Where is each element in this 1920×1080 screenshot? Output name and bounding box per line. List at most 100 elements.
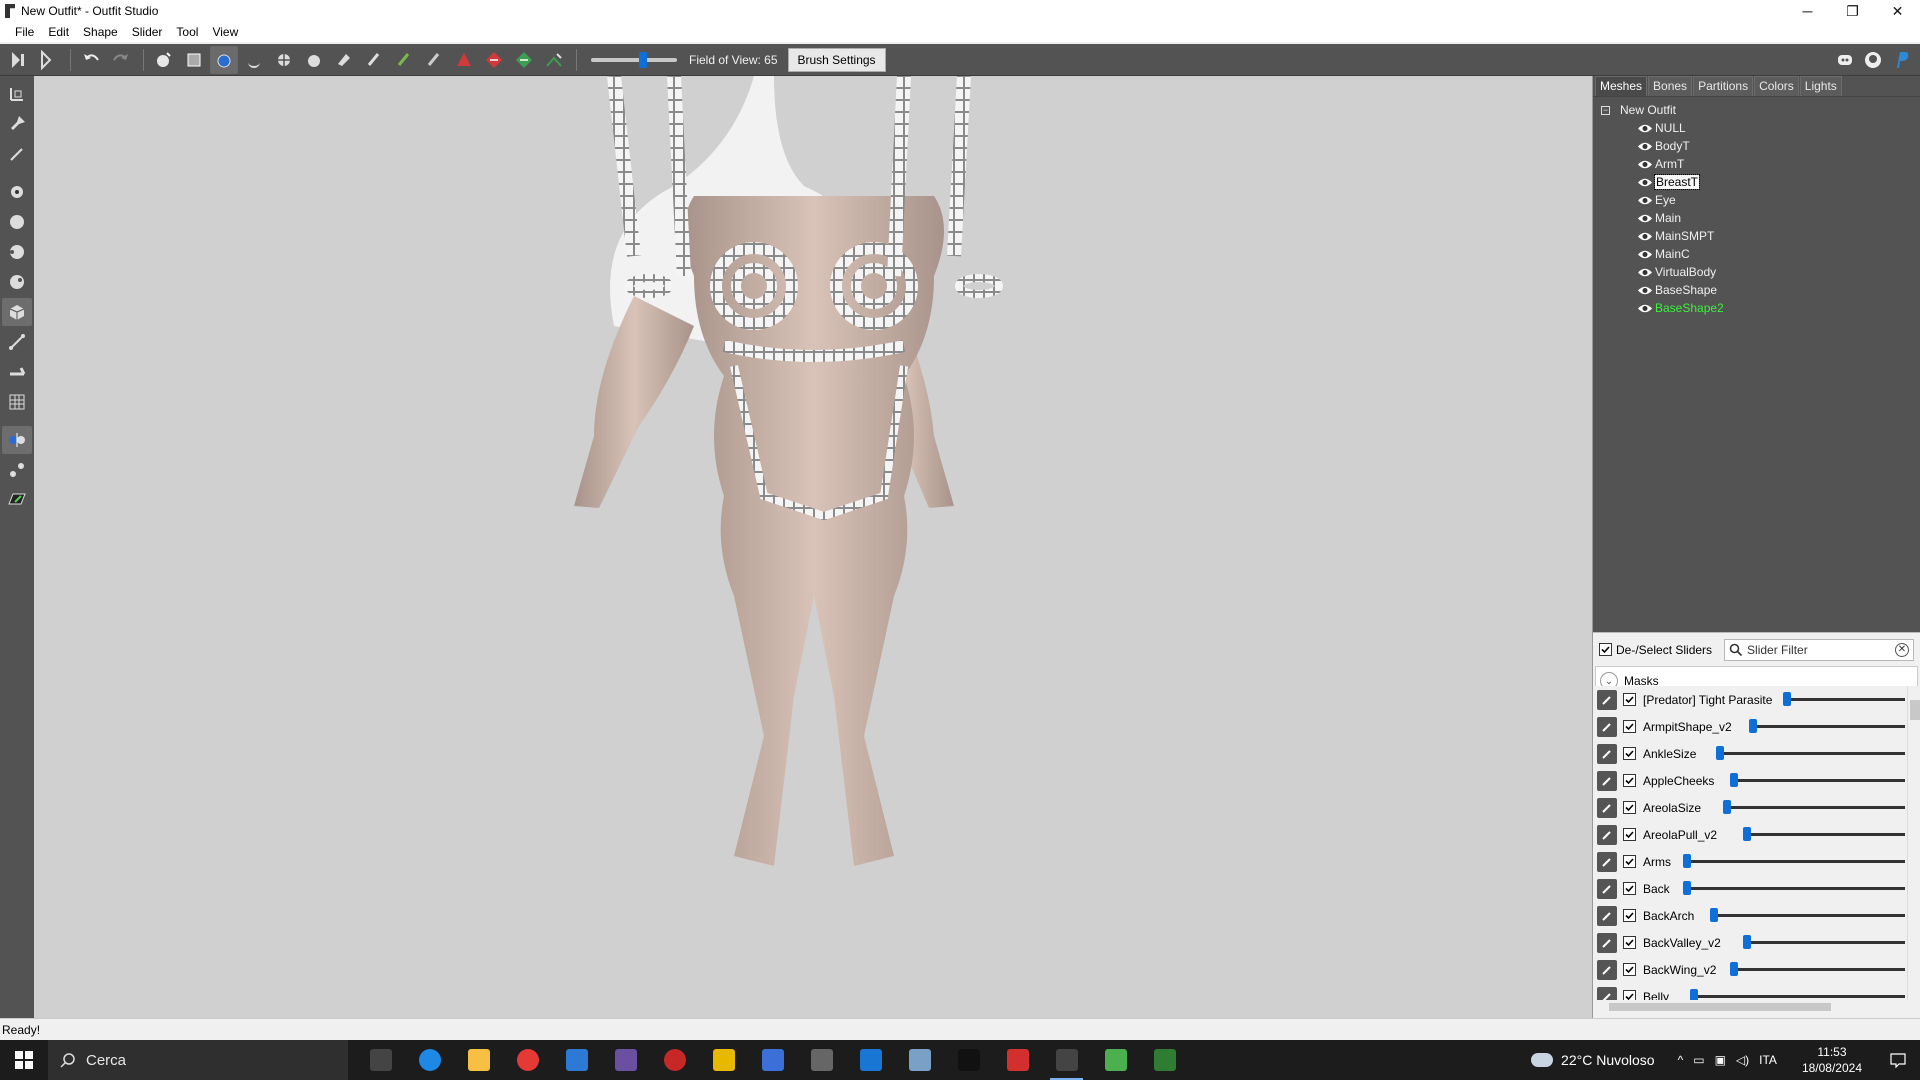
- slider-thumb[interactable]: [1690, 989, 1698, 1000]
- app-black-icon[interactable]: [944, 1040, 993, 1080]
- mesh-item[interactable]: MainSMPT: [1601, 227, 1920, 245]
- fov-slider[interactable]: [591, 51, 677, 68]
- app-green-1-icon[interactable]: [1091, 1040, 1140, 1080]
- menu-shape[interactable]: Shape: [76, 25, 125, 39]
- battery-icon[interactable]: ▭: [1693, 1053, 1704, 1067]
- menu-slider[interactable]: Slider: [125, 25, 170, 39]
- bone-tool-icon[interactable]: [2, 328, 32, 356]
- wrench-tool-icon[interactable]: [2, 358, 32, 386]
- eye-icon[interactable]: [1637, 213, 1653, 224]
- app-paint-icon[interactable]: [895, 1040, 944, 1080]
- eye-icon[interactable]: [1637, 195, 1653, 206]
- mirror-tool-icon[interactable]: [2, 426, 32, 454]
- slider-list-hscroll[interactable]: [1593, 1000, 1920, 1014]
- slider-thumb[interactable]: [1749, 719, 1758, 733]
- slider-thumb[interactable]: [1742, 935, 1751, 949]
- checkbox-icon[interactable]: [1623, 720, 1636, 733]
- slider-track[interactable]: [1683, 887, 1905, 890]
- slider-thumb[interactable]: [1729, 962, 1738, 976]
- checkbox-icon[interactable]: [1623, 855, 1636, 868]
- windows-start-icon[interactable]: [0, 1040, 48, 1080]
- slider-thumb[interactable]: [1783, 692, 1791, 706]
- tree-root[interactable]: − New Outfit: [1601, 101, 1920, 119]
- checkbox-icon[interactable]: [1623, 774, 1636, 787]
- app-gamebar-icon[interactable]: [601, 1040, 650, 1080]
- slider-list-vscroll[interactable]: [1907, 686, 1920, 1000]
- tab-bones[interactable]: Bones: [1648, 76, 1693, 96]
- edit-slider-icon[interactable]: [1597, 905, 1617, 926]
- edit-mode-icon[interactable]: [2, 486, 32, 514]
- edit-slider-icon[interactable]: [1597, 743, 1617, 764]
- eye-icon[interactable]: [1637, 177, 1653, 188]
- pivot-icon[interactable]: [510, 46, 538, 74]
- slider-track[interactable]: [1729, 779, 1905, 782]
- transform-icon[interactable]: [480, 46, 508, 74]
- clear-filter-icon[interactable]: ✕: [1895, 642, 1909, 657]
- eye-icon[interactable]: [1637, 249, 1653, 260]
- slider-track[interactable]: [1709, 914, 1905, 917]
- slider-track[interactable]: [1723, 806, 1905, 809]
- checkbox-icon[interactable]: [1623, 801, 1636, 814]
- mesh-item[interactable]: Eye: [1601, 191, 1920, 209]
- checkbox-icon[interactable]: [1623, 963, 1636, 976]
- eye-icon[interactable]: [1637, 303, 1653, 314]
- move-brush-icon[interactable]: [270, 46, 298, 74]
- vertex-edit-icon[interactable]: [2, 178, 32, 206]
- checkbox-icon[interactable]: [1623, 990, 1636, 1000]
- 3d-viewport[interactable]: [34, 76, 1592, 1018]
- menu-tool[interactable]: Tool: [169, 25, 205, 39]
- sphere-alt-tool-icon[interactable]: [2, 238, 32, 266]
- cube-tool-icon[interactable]: [2, 298, 32, 326]
- mesh-item[interactable]: VirtualBody: [1601, 263, 1920, 281]
- edit-slider-icon[interactable]: [1597, 986, 1617, 1000]
- app-blue-icon[interactable]: [552, 1040, 601, 1080]
- alpha-brush-icon[interactable]: [420, 46, 448, 74]
- github-icon[interactable]: [1860, 47, 1886, 73]
- menu-file[interactable]: File: [8, 25, 41, 39]
- app-tools-icon[interactable]: [797, 1040, 846, 1080]
- mask-brush-icon[interactable]: [180, 46, 208, 74]
- mesh-item[interactable]: MainC: [1601, 245, 1920, 263]
- weight-brush-icon[interactable]: [360, 46, 388, 74]
- deselect-sliders-toggle[interactable]: De-/Select Sliders: [1599, 643, 1712, 657]
- checkbox-icon[interactable]: [1623, 747, 1636, 760]
- slider-track[interactable]: [1742, 941, 1905, 944]
- tab-lights[interactable]: Lights: [1799, 76, 1842, 96]
- network-icon[interactable]: ▣: [1715, 1053, 1726, 1067]
- mesh-item[interactable]: BaseShape: [1601, 281, 1920, 299]
- eye-icon[interactable]: [1637, 267, 1653, 278]
- vscroll-thumb[interactable]: [1910, 700, 1920, 720]
- slider-thumb[interactable]: [1709, 908, 1718, 922]
- tab-meshes[interactable]: Meshes: [1595, 76, 1648, 96]
- language-indicator[interactable]: ITA: [1759, 1053, 1777, 1067]
- opera-icon[interactable]: [503, 1040, 552, 1080]
- eye-icon[interactable]: [1637, 285, 1653, 296]
- grid-tool-icon[interactable]: [2, 388, 32, 416]
- slider-track[interactable]: [1749, 725, 1905, 728]
- slider-thumb[interactable]: [1723, 800, 1731, 814]
- vertex-select-icon[interactable]: [450, 46, 478, 74]
- smooth-brush-icon[interactable]: [300, 46, 328, 74]
- checkbox-icon[interactable]: [1623, 693, 1636, 706]
- select-brush-icon[interactable]: [150, 46, 178, 74]
- notification-icon[interactable]: [1876, 1040, 1920, 1080]
- slider-track[interactable]: [1690, 995, 1905, 998]
- edit-slider-icon[interactable]: [1597, 851, 1617, 872]
- slider-thumb[interactable]: [1729, 773, 1738, 787]
- edit-slider-icon[interactable]: [1597, 824, 1617, 845]
- slider-thumb[interactable]: [1683, 881, 1692, 895]
- pen-tool-icon[interactable]: [2, 140, 32, 168]
- slider-filter-input[interactable]: Slider Filter ✕: [1724, 638, 1914, 661]
- clock[interactable]: 11:53 18/08/2024: [1802, 1044, 1862, 1076]
- eye-icon[interactable]: [1637, 231, 1653, 242]
- edit-slider-icon[interactable]: [1597, 797, 1617, 818]
- transform-tool-icon[interactable]: [2, 80, 32, 108]
- edge-icon[interactable]: [405, 1040, 454, 1080]
- connect-tool-icon[interactable]: [2, 456, 32, 484]
- chevron-up-icon[interactable]: ^: [1678, 1053, 1684, 1067]
- slider-thumb[interactable]: [1683, 854, 1692, 868]
- fov-slider-knob[interactable]: [638, 51, 647, 68]
- slider-thumb[interactable]: [1742, 827, 1751, 841]
- slider-track[interactable]: [1729, 968, 1905, 971]
- mesh-item[interactable]: BaseShape2: [1601, 299, 1920, 317]
